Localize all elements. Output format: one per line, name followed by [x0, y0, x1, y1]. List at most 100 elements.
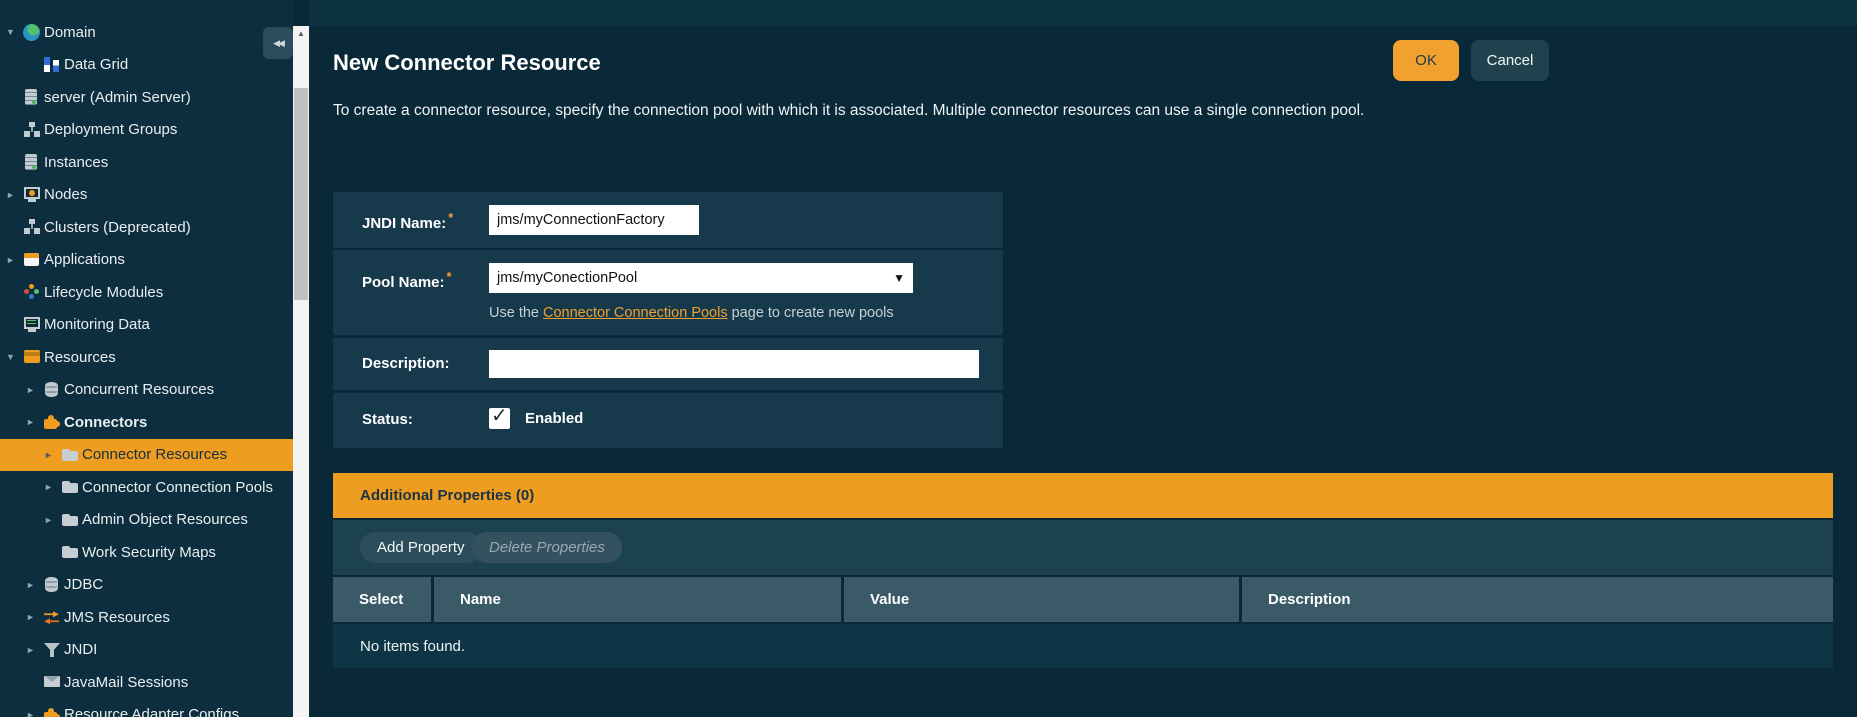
page-description: To create a connector resource, specify …: [333, 102, 1364, 120]
pool-name-row: Pool Name:* jms/myConectionPool ▼ Use th…: [333, 250, 1003, 335]
collapsed-arrow-icon[interactable]: ►: [26, 710, 43, 717]
sidebar-item-connector-connection-pools[interactable]: ► Connector Connection Pools: [0, 471, 293, 504]
sidebar-item-nodes[interactable]: ►Nodes: [0, 179, 293, 212]
sidebar-item-lifecycle-modules[interactable]: Lifecycle Modules: [0, 276, 293, 309]
navigation-sidebar: ▼Domain Data Grid server (Admin Server) Dep…: [0, 0, 293, 717]
enabled-checkbox[interactable]: ✓: [489, 408, 510, 429]
scroll-up-arrow-icon[interactable]: ▲: [293, 26, 309, 42]
puzzle-icon: [43, 413, 61, 431]
sidebar-item-resource-adapter-configs[interactable]: ►Resource Adapter Configs: [0, 699, 293, 717]
sidebar-collapse-button[interactable]: ◀◀: [263, 27, 293, 59]
pool-name-selected-value: jms/myConectionPool: [497, 270, 637, 286]
sidebar-item-clusters-deprecated[interactable]: Clusters (Deprecated): [0, 211, 293, 244]
server-icon: [23, 153, 41, 171]
collapsed-arrow-icon[interactable]: ►: [6, 190, 23, 200]
sidebar-item-applications[interactable]: ► Applications: [0, 244, 293, 277]
sidebar-item-label: Data Grid: [64, 56, 128, 73]
dropdown-caret-icon: ▼: [893, 271, 905, 285]
sidebar-item-server-admin-server[interactable]: server (Admin Server): [0, 81, 293, 114]
collapsed-arrow-icon[interactable]: ►: [26, 385, 43, 395]
sidebar-item-label: server (Admin Server): [44, 89, 191, 106]
required-asterisk: *: [448, 210, 453, 225]
sidebar-item-admin-object-resources[interactable]: ► Admin Object Resources: [0, 504, 293, 537]
properties-table-header: SelectNameValueDescription: [333, 577, 1833, 622]
page-title: New Connector Resource: [333, 50, 601, 76]
sidebar-item-data-grid[interactable]: Data Grid: [0, 49, 293, 82]
db-icon: [43, 381, 61, 399]
sidebar-item-label: Admin Object Resources: [82, 511, 248, 528]
sidebar-item-monitoring-data[interactable]: Monitoring Data: [0, 309, 293, 342]
datagrid-icon: [43, 56, 61, 74]
sidebar-item-label: Resources: [44, 349, 116, 366]
sidebar-item-connectors[interactable]: ► Connectors: [0, 406, 293, 439]
sidebar-item-label: Connectors: [64, 414, 147, 431]
sidebar-item-label: Lifecycle Modules: [44, 284, 163, 301]
collapsed-arrow-icon[interactable]: ►: [26, 580, 43, 590]
folder-icon: [61, 478, 79, 496]
collapsed-arrow-icon[interactable]: ►: [44, 482, 61, 492]
collapsed-arrow-icon[interactable]: ►: [26, 417, 43, 427]
expanded-arrow-icon[interactable]: ▼: [6, 27, 23, 37]
server-icon: [23, 88, 41, 106]
checkmark-icon: ✓: [491, 403, 508, 428]
sidebar-item-work-security-maps[interactable]: Work Security Maps: [0, 536, 293, 569]
properties-empty-row: No items found.: [333, 624, 1833, 668]
sidebar-item-label: Concurrent Resources: [64, 381, 214, 398]
add-property-button[interactable]: Add Property: [360, 532, 482, 563]
sidebar-item-resources[interactable]: ▼ Resources: [0, 341, 293, 374]
jndi-name-input[interactable]: [489, 205, 699, 235]
sidebar-item-label: JDBC: [64, 576, 103, 593]
sidebar-item-label: Connector Connection Pools: [82, 479, 273, 496]
sidebar-item-connector-resources[interactable]: ► Connector Resources: [0, 439, 293, 472]
lifecycle-icon: [23, 283, 41, 301]
network-icon: [23, 218, 41, 236]
globe-icon: [23, 24, 40, 41]
delete-properties-button[interactable]: Delete Properties: [472, 532, 622, 563]
description-label: Description:: [362, 355, 450, 372]
sidebar-item-jms-resources[interactable]: ►JMS Resources: [0, 601, 293, 634]
monitor2-icon: [23, 316, 41, 334]
sidebar-item-label: Monitoring Data: [44, 316, 150, 333]
sidebar-item-javamail-sessions[interactable]: JavaMail Sessions: [0, 666, 293, 699]
collapsed-arrow-icon[interactable]: ►: [44, 515, 61, 525]
pool-hint-text: Use the Connector Connection Pools page …: [489, 305, 894, 321]
apps-icon: [23, 251, 41, 269]
sidebar-item-label: Applications: [44, 251, 125, 268]
funnel-icon: [43, 641, 61, 659]
status-label: Status:: [362, 411, 413, 428]
description-input[interactable]: [489, 350, 979, 378]
collapsed-arrow-icon[interactable]: ►: [6, 255, 23, 265]
sidebar-scrollbar[interactable]: ▲: [293, 26, 309, 717]
column-header-description: Description: [1242, 577, 1833, 622]
sidebar-item-label: Instances: [44, 154, 108, 171]
db-icon: [43, 576, 61, 594]
cancel-button[interactable]: Cancel: [1471, 40, 1549, 81]
sidebar-item-jndi[interactable]: ►JNDI: [0, 634, 293, 667]
required-asterisk: *: [447, 269, 452, 284]
sidebar-item-label: Connector Resources: [82, 446, 227, 463]
sidebar-item-label: Deployment Groups: [44, 121, 177, 138]
collapsed-arrow-icon[interactable]: ►: [26, 612, 43, 622]
network-icon: [23, 121, 41, 139]
sidebar-item-label: Work Security Maps: [82, 544, 216, 561]
connector-connection-pools-link[interactable]: Connector Connection Pools: [543, 305, 728, 321]
sidebar-item-domain[interactable]: ▼Domain: [0, 16, 293, 49]
sidebar-tree: ▼Domain Data Grid server (Admin Server) Dep…: [0, 16, 293, 717]
sidebar-item-deployment-groups[interactable]: Deployment Groups: [0, 114, 293, 147]
scrollbar-thumb[interactable]: [294, 88, 308, 300]
expanded-arrow-icon[interactable]: ▼: [6, 352, 23, 362]
main-content: New Connector Resource To create a conne…: [310, 0, 1857, 717]
jndi-name-label: JNDI Name:*: [362, 210, 453, 232]
collapsed-arrow-icon[interactable]: ►: [44, 450, 61, 460]
sidebar-item-instances[interactable]: Instances: [0, 146, 293, 179]
monitor-icon: [23, 186, 41, 204]
ok-button[interactable]: OK: [1393, 40, 1459, 81]
pool-name-select[interactable]: jms/myConectionPool ▼: [489, 263, 913, 293]
sidebar-item-label: JavaMail Sessions: [64, 674, 188, 691]
sidebar-item-jdbc[interactable]: ► JDBC: [0, 569, 293, 602]
properties-toolbar: Add Property Delete Properties: [333, 520, 1833, 575]
collapsed-arrow-icon[interactable]: ►: [26, 645, 43, 655]
sidebar-item-concurrent-resources[interactable]: ► Concurrent Resources: [0, 374, 293, 407]
box-icon: [23, 348, 41, 366]
column-header-select: Select: [333, 577, 431, 622]
